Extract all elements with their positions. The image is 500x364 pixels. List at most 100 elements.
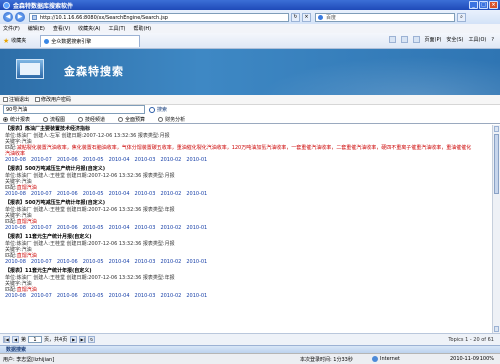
result-title-link[interactable]: 【报表】500万吨减压生产统计年报(自定义) [5,200,492,207]
result-title-link[interactable]: 【报表】500万吨减压生产统计月报(自定义) [5,166,492,173]
result-item: 【报表】11套元生产统计年报(自定义) 单位:炼油厂 创建人:王桂堂 创建日期:… [5,268,492,300]
date-link[interactable]: 2010-05 [83,225,104,232]
date-link[interactable]: 2010-06 [57,293,78,300]
date-link[interactable]: 2010-07 [31,293,52,300]
menu-tools-cmd[interactable]: 工具(O) [469,36,487,43]
date-link[interactable]: 2010-02 [160,225,181,232]
radio-tech-channel[interactable]: 技经频道 [78,116,105,123]
tab-bar: ★ 收藏夹 全众数据搜索引擎 页面(P) 安全(S) 工具(O) ? [0,33,500,49]
date-link[interactable]: 2010-03 [135,191,156,198]
date-link[interactable]: 2010-04 [109,293,130,300]
menu-view[interactable]: 查看(V) [53,25,70,32]
result-title-link[interactable]: 【报表】炼油厂主要装置技术经济指标 [5,126,492,133]
date-link[interactable]: 2010-04 [109,157,130,164]
date-link[interactable]: 2010-07 [31,157,52,164]
search-button[interactable]: 搜索 [149,105,167,114]
date-link[interactable]: 2010-05 [83,157,104,164]
next-page-icon[interactable]: ▶ [70,336,78,343]
radio-flowchart[interactable]: 流程图 [43,116,65,123]
scroll-thumb[interactable] [494,134,499,194]
date-link[interactable]: 2010-01 [186,293,207,300]
prev-page-icon[interactable]: ◀ [12,336,19,343]
browser-tab[interactable]: 全众数据搜索引擎 [40,34,141,47]
back-arrow-icon[interactable]: ◀ [3,12,13,22]
zoom-level[interactable]: 100% [480,356,494,362]
date-link[interactable]: 2010-02 [160,191,181,198]
address-bar[interactable]: http://10.1.16.66:8080/xx/SearchEngine/S… [29,12,289,22]
stop-icon[interactable]: × [302,12,311,22]
menu-safety[interactable]: 安全(S) [446,36,463,43]
date-link[interactable]: 2010-02 [160,259,181,266]
refresh-icon[interactable]: ↻ [291,12,300,22]
browser-search-box[interactable]: 百度 [315,12,455,22]
feeds-icon[interactable] [400,36,408,43]
close-button[interactable]: × [489,1,498,9]
date-link[interactable]: 2010-08 [5,259,26,266]
menu-tools[interactable]: 工具(T) [109,25,126,32]
change-password-link[interactable]: 修改用户密码 [35,96,71,103]
date-link[interactable]: 2010-01 [186,259,207,266]
forward-arrow-icon[interactable]: ▶ [15,12,25,22]
date-link[interactable]: 2010-06 [57,191,78,198]
radio-dot [43,116,49,122]
logout-link[interactable]: 注销退出 [3,96,29,103]
favorites-star-icon[interactable]: ★ [3,37,9,45]
radio-finance[interactable]: 财务分析 [158,116,185,123]
date-link[interactable]: 2010-08 [5,157,26,164]
date-link[interactable]: 2010-03 [135,157,156,164]
pager: |◀ ◀ 第 1 页，共4页 ▶ ▶| ↻ Topics 1 - 20 of 6… [0,333,500,345]
first-page-icon[interactable]: |◀ [3,336,10,343]
current-user: 用户: 李志坚[lizhijian] [3,356,55,363]
results-scrollbar[interactable] [492,125,500,333]
scroll-up-icon[interactable] [494,126,499,132]
date-link[interactable]: 2010-05 [83,191,104,198]
date-link[interactable]: 2010-05 [83,259,104,266]
date-link[interactable]: 2010-01 [186,191,207,198]
minimize-button[interactable]: _ [469,1,478,9]
menu-edit[interactable]: 编辑(E) [28,25,45,32]
favorites-label[interactable]: 收藏夹 [11,37,26,44]
date-link[interactable]: 2010-04 [109,259,130,266]
date-link[interactable]: 2010-03 [135,225,156,232]
radio-stats-report[interactable]: 统计报表 [3,116,30,123]
date-link[interactable]: 2010-04 [109,225,130,232]
date-link[interactable]: 2010-04 [109,191,130,198]
results-list: 【报表】炼油厂主要装置技术经济指标 单位:炼油厂 创建人:左军 创建日期:200… [0,125,492,335]
result-dates: 2010-08 2010-07 2010-06 2010-05 2010-04 2010-… [5,157,492,164]
date-link[interactable]: 2010-08 [5,225,26,232]
date-link[interactable]: 2010-02 [160,157,181,164]
menu-file[interactable]: 文件(F) [3,25,20,32]
result-title-link[interactable]: 【报表】11套元生产统计月报(自定义) [5,234,492,241]
date-link[interactable]: 2010-05 [83,293,104,300]
help-icon[interactable]: ? [491,37,494,43]
home-icon[interactable] [388,36,396,43]
search-go-icon[interactable]: ⌕ [457,12,466,22]
date-link[interactable]: 2010-02 [160,293,181,300]
scroll-down-icon[interactable] [494,326,499,332]
refresh-page-icon[interactable]: ↻ [88,336,96,343]
date-link[interactable]: 2010-07 [31,191,52,198]
app-banner: 金森特搜索 [0,49,500,95]
menu-favorites[interactable]: 收藏夹(A) [78,25,100,32]
date-link[interactable]: 2010-07 [31,259,52,266]
maximize-button[interactable]: □ [479,1,488,9]
date-link[interactable]: 2010-03 [135,293,156,300]
search-input[interactable]: 90号汽油 [3,105,145,114]
date-link[interactable]: 2010-06 [57,225,78,232]
app-logo [16,59,44,79]
date-link[interactable]: 2010-01 [186,225,207,232]
date-link[interactable]: 2010-06 [57,157,78,164]
date-link[interactable]: 2010-01 [186,157,207,164]
date-link[interactable]: 2010-08 [5,191,26,198]
menu-page[interactable]: 页面(P) [425,36,442,43]
radio-budget[interactable]: 全面预算 [118,116,145,123]
date-link[interactable]: 2010-03 [135,259,156,266]
last-page-icon[interactable]: ▶| [79,336,87,343]
date-link[interactable]: 2010-07 [31,225,52,232]
menu-help[interactable]: 帮助(H) [133,25,151,32]
print-icon[interactable] [412,36,420,43]
date-link[interactable]: 2010-08 [5,293,26,300]
date-link[interactable]: 2010-06 [57,259,78,266]
result-title-link[interactable]: 【报表】11套元生产统计年报(自定义) [5,268,492,275]
page-input[interactable]: 1 [28,336,43,343]
